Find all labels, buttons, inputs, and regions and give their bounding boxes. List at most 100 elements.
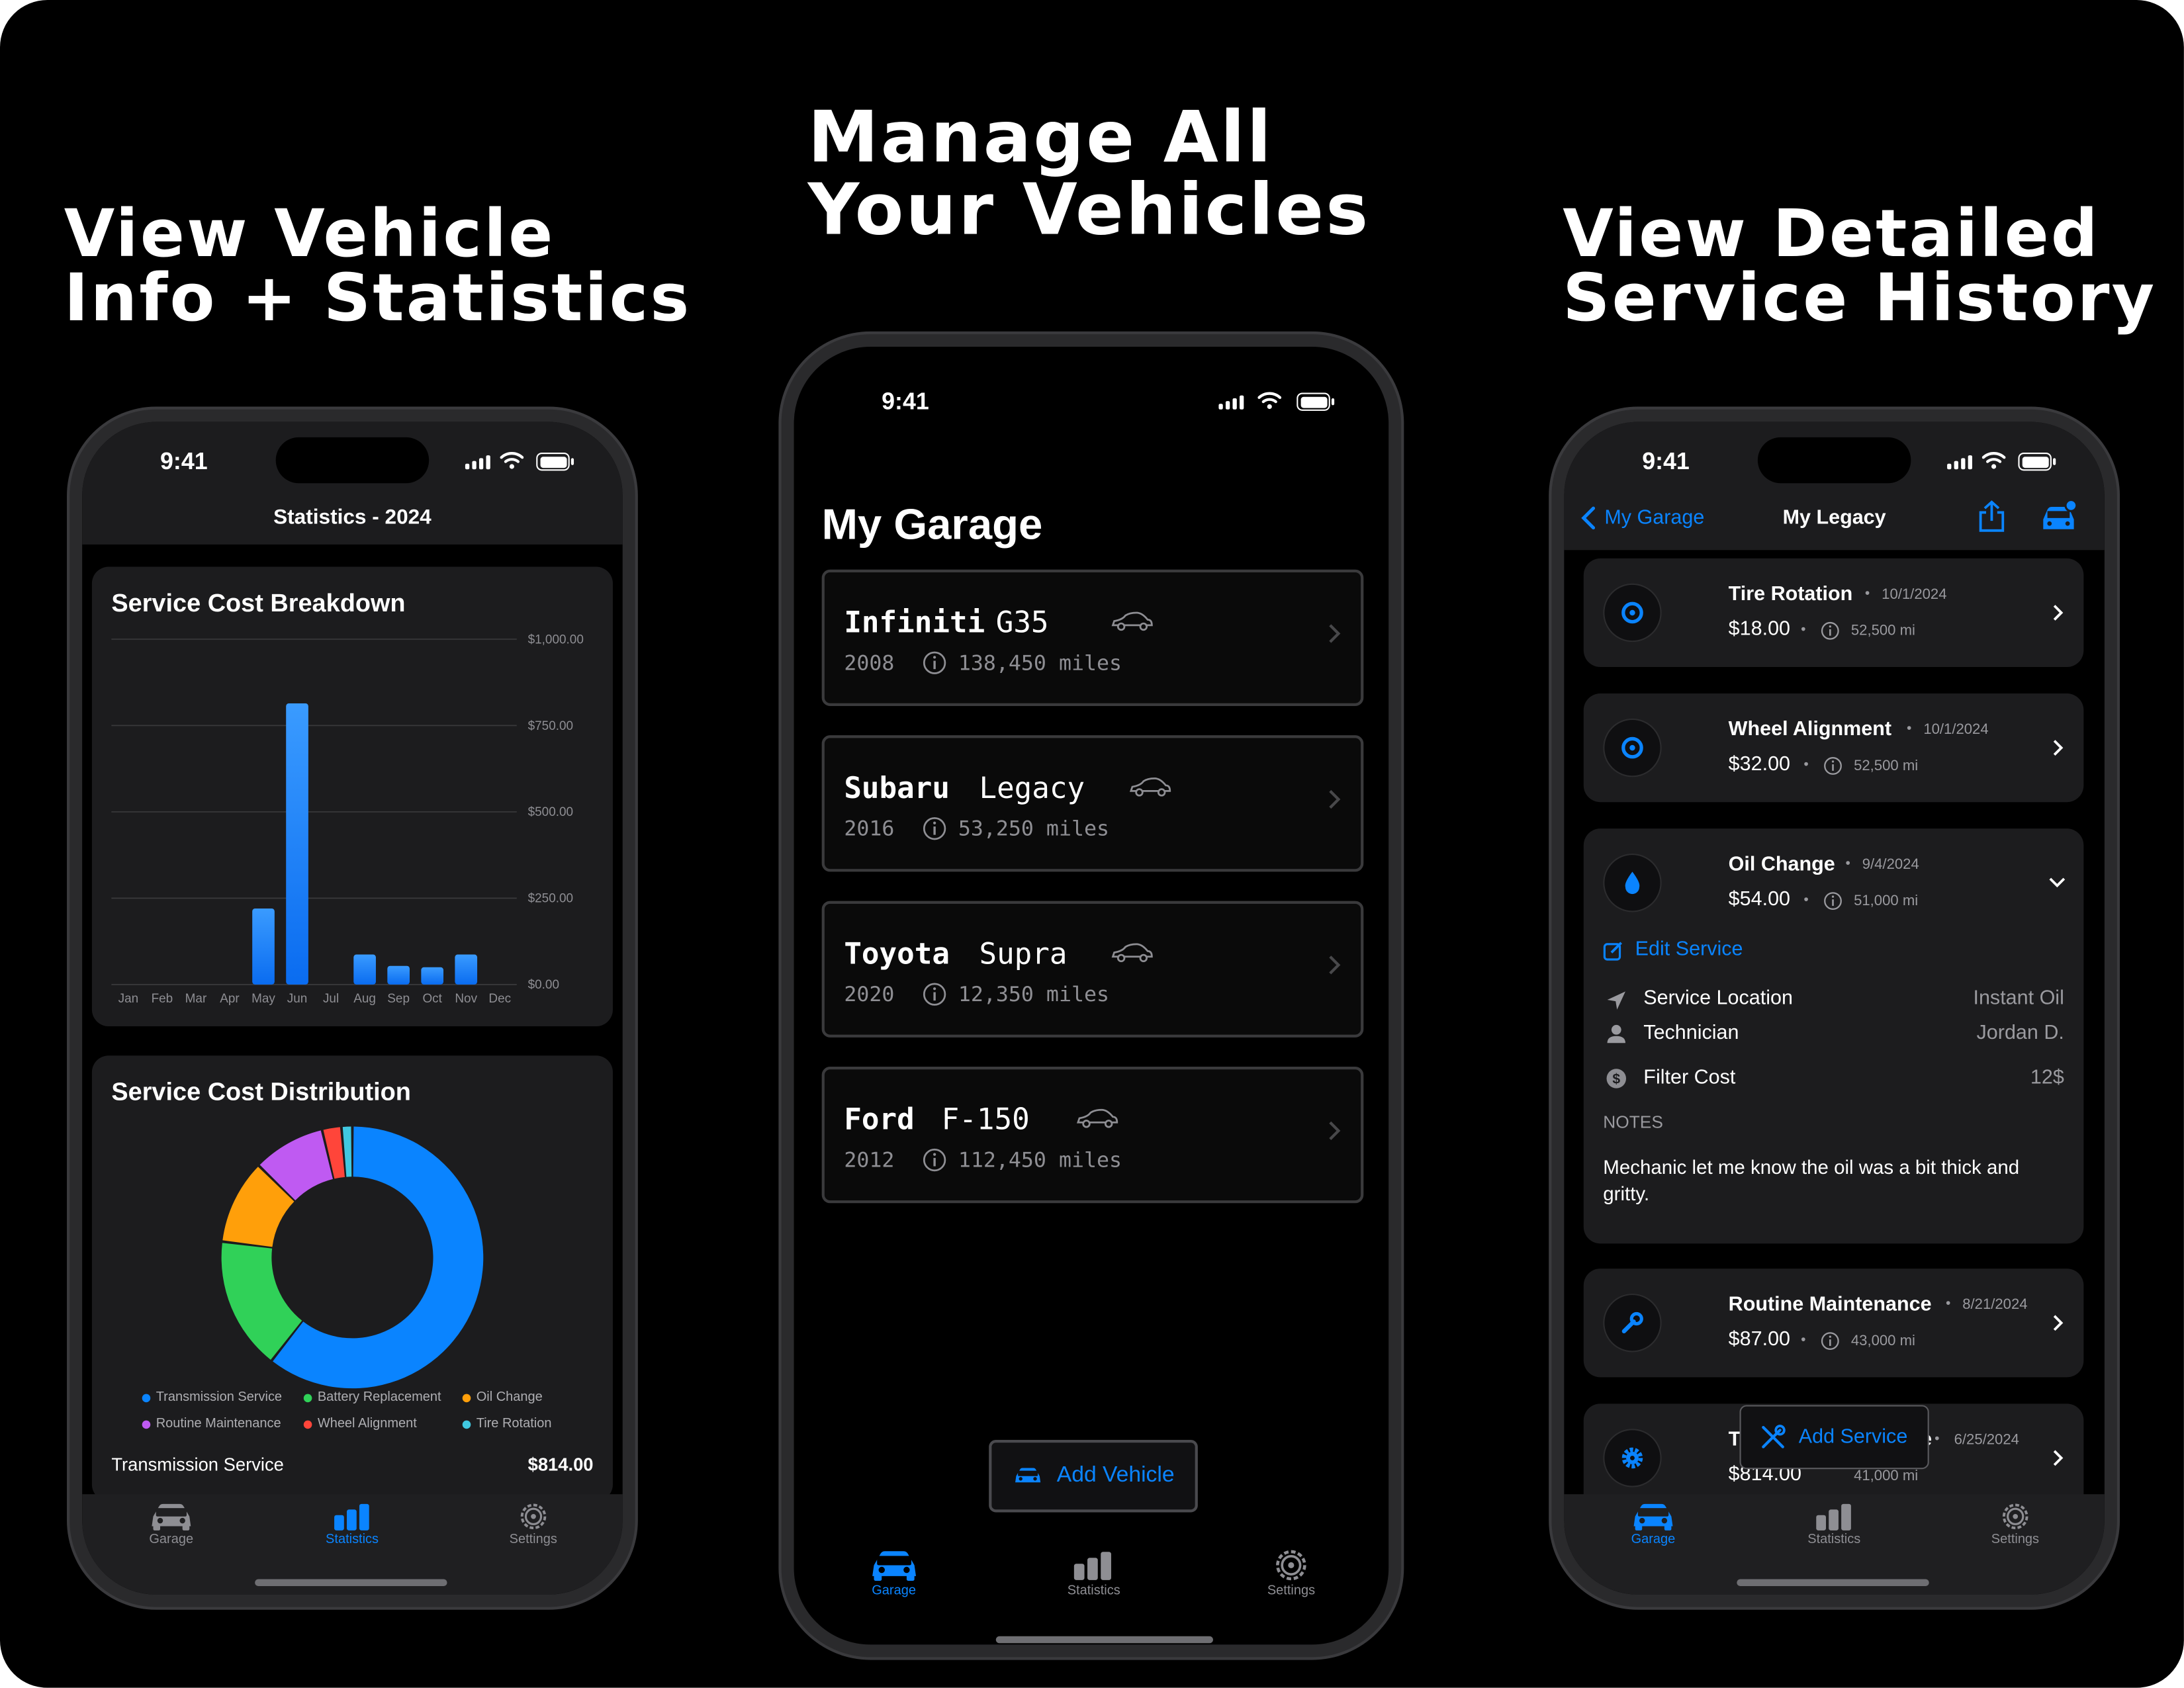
- wrench-icon: [1603, 1294, 1662, 1353]
- vehicle-card[interactable]: Infiniti G35 2008 138,450 miles: [821, 569, 1364, 706]
- headline-right-line1: View Detailed: [1563, 196, 2100, 273]
- legend-swatch: [303, 1393, 312, 1402]
- headline-left-line2: Info + Statistics: [64, 260, 692, 337]
- legend-item: Tire Rotation: [462, 1416, 551, 1431]
- tab-statistics[interactable]: Statistics: [1807, 1501, 1860, 1547]
- gear-icon: [1603, 1429, 1662, 1488]
- x-tick-label: Jun: [287, 992, 308, 1006]
- selected-service-value: $814.00: [527, 1454, 594, 1475]
- x-tick-label: Nov: [455, 992, 477, 1006]
- nav-title: Statistics - 2024: [273, 505, 432, 529]
- service-cost: $54.00: [1728, 888, 1791, 911]
- x-tick-label: Apr: [220, 992, 239, 1006]
- legend-label: Wheel Alignment: [317, 1416, 417, 1432]
- status-time: 9:41: [1642, 448, 1690, 475]
- vehicle-make: Infiniti: [844, 605, 985, 639]
- home-indicator: [1737, 1579, 1929, 1587]
- tab-garage[interactable]: Garage: [1629, 1501, 1677, 1547]
- x-tick-label: Jul: [323, 992, 339, 1006]
- chevron-down-icon[interactable]: [2048, 876, 2067, 889]
- tab-statistics[interactable]: Statistics: [1068, 1547, 1120, 1599]
- detail-label: Filter Cost: [1643, 1067, 1736, 1089]
- add-vehicle-label: Add Vehicle: [1056, 1463, 1175, 1488]
- vehicle-miles: 53,250 miles: [958, 816, 1109, 842]
- detail-value: Instant Oil: [1973, 987, 2064, 1010]
- service-miles: 41,000 mi: [1854, 1468, 1919, 1485]
- vehicle-card[interactable]: Toyota Supra 2020 12,350 miles: [821, 901, 1364, 1038]
- tab-garage-label: Garage: [872, 1583, 916, 1599]
- tab-statistics-label: Statistics: [1807, 1531, 1861, 1548]
- battery-icon: [1297, 392, 1335, 411]
- share-icon[interactable]: [1976, 500, 2007, 534]
- vehicle-card[interactable]: Ford F-150 2012 112,450 miles: [821, 1067, 1364, 1204]
- tab-statistics[interactable]: Statistics: [326, 1501, 379, 1547]
- separator-dot: •: [1945, 1296, 1951, 1312]
- edit-service-label: Edit Service: [1635, 938, 1743, 961]
- service-miles: 43,000 mi: [1850, 1333, 1915, 1350]
- add-service-label: Add Service: [1798, 1426, 1908, 1448]
- vehicle-miles: 112,450 miles: [958, 1147, 1122, 1173]
- phone-statistics: 9:41 Statistics - 2024 Service Cost Brea…: [69, 409, 635, 1607]
- chevron-right-icon: [1329, 624, 1341, 643]
- x-tick-label: Aug: [353, 992, 376, 1006]
- donut-chart: [221, 1126, 484, 1389]
- tab-settings-label: Settings: [1991, 1531, 2040, 1548]
- status-time: 9:41: [882, 388, 929, 416]
- home-indicator: [995, 1636, 1214, 1644]
- legend-item: Wheel Alignment: [303, 1416, 417, 1432]
- dollar-icon: $: [1606, 1069, 1627, 1088]
- tab-garage[interactable]: Garage: [868, 1547, 921, 1599]
- service-card[interactable]: Tire Rotation • 10/1/2024 $18.00 • 52,50…: [1583, 558, 2084, 668]
- legend-item: Battery Replacement: [303, 1390, 441, 1405]
- chevron-right-icon: [1329, 955, 1341, 975]
- add-vehicle-button[interactable]: Add Vehicle: [989, 1440, 1198, 1513]
- service-card[interactable]: Routine Maintenance • 8/21/2024 $87.00 •…: [1583, 1268, 2084, 1378]
- info-icon: [1821, 1332, 1839, 1351]
- tab-bar: Garage Statistics Settings: [82, 1494, 623, 1595]
- car-settings-icon[interactable]: [2039, 498, 2078, 535]
- tab-settings[interactable]: Settings: [1267, 1547, 1315, 1599]
- svg-text:$: $: [1612, 1071, 1620, 1087]
- statistics-icon: [334, 1503, 369, 1531]
- edit-service-button[interactable]: Edit Service: [1603, 938, 1743, 961]
- car-outline-icon: [1111, 943, 1153, 963]
- legend-swatch: [462, 1393, 471, 1402]
- nav-title: My Legacy: [1782, 507, 1886, 529]
- vehicle-model: F-150: [941, 1102, 1030, 1137]
- service-date: 10/1/2024: [1882, 586, 1947, 603]
- tab-settings[interactable]: Settings: [510, 1501, 557, 1547]
- vehicle-make: Ford: [844, 1102, 915, 1137]
- legend-swatch: [303, 1419, 312, 1429]
- legend-label: Routine Maintenance: [156, 1416, 281, 1432]
- legend-item: Transmission Service: [142, 1390, 282, 1405]
- service-card[interactable]: Wheel Alignment • 10/1/2024 $32.00 • 52,…: [1583, 693, 2084, 803]
- info-icon: [923, 983, 946, 1006]
- tab-statistics-label: Statistics: [326, 1531, 379, 1548]
- tab-settings-label: Settings: [1267, 1583, 1316, 1599]
- phone-garage: 9:41 My Garage Infiniti G35 2008 138,450…: [781, 334, 1402, 1658]
- vehicle-year: 2016: [844, 816, 895, 842]
- service-card-expanded[interactable]: Oil Change • 9/4/2024 $54.00 • 51,000 mi…: [1583, 828, 2084, 1244]
- canvas: View Vehicle Info + Statistics Manage Al…: [0, 0, 2184, 1688]
- service-miles: 51,000 mi: [1854, 892, 1919, 910]
- tab-statistics-label: Statistics: [1067, 1583, 1120, 1599]
- chevron-right-icon: [1329, 789, 1341, 809]
- tab-garage[interactable]: Garage: [148, 1501, 195, 1547]
- selected-service-label: Transmission Service: [111, 1454, 284, 1475]
- service-name: Wheel Alignment: [1728, 718, 1892, 741]
- gear-icon: [2002, 1503, 2028, 1530]
- headline-left-line1: View Vehicle: [64, 196, 555, 273]
- headline-center-line1: Manage All: [807, 97, 1273, 180]
- tab-garage-label: Garage: [149, 1531, 194, 1548]
- vehicle-card[interactable]: Subaru Legacy 2016 53,250 miles: [821, 735, 1364, 872]
- distribution-title: Service Cost Distribution: [111, 1077, 411, 1106]
- distribution-card: Service Cost Distribution Transmission S…: [91, 1055, 613, 1501]
- y-tick-label: $250.00: [528, 892, 573, 906]
- service-cost: $18.00: [1728, 618, 1791, 641]
- add-service-button[interactable]: Add Service: [1739, 1405, 1929, 1470]
- tab-settings[interactable]: Settings: [1991, 1501, 2039, 1547]
- signal-icon: [1218, 395, 1244, 410]
- service-name: Tire Rotation: [1728, 583, 1853, 606]
- car-outline-icon: [1076, 1108, 1118, 1128]
- info-icon: [1824, 892, 1842, 911]
